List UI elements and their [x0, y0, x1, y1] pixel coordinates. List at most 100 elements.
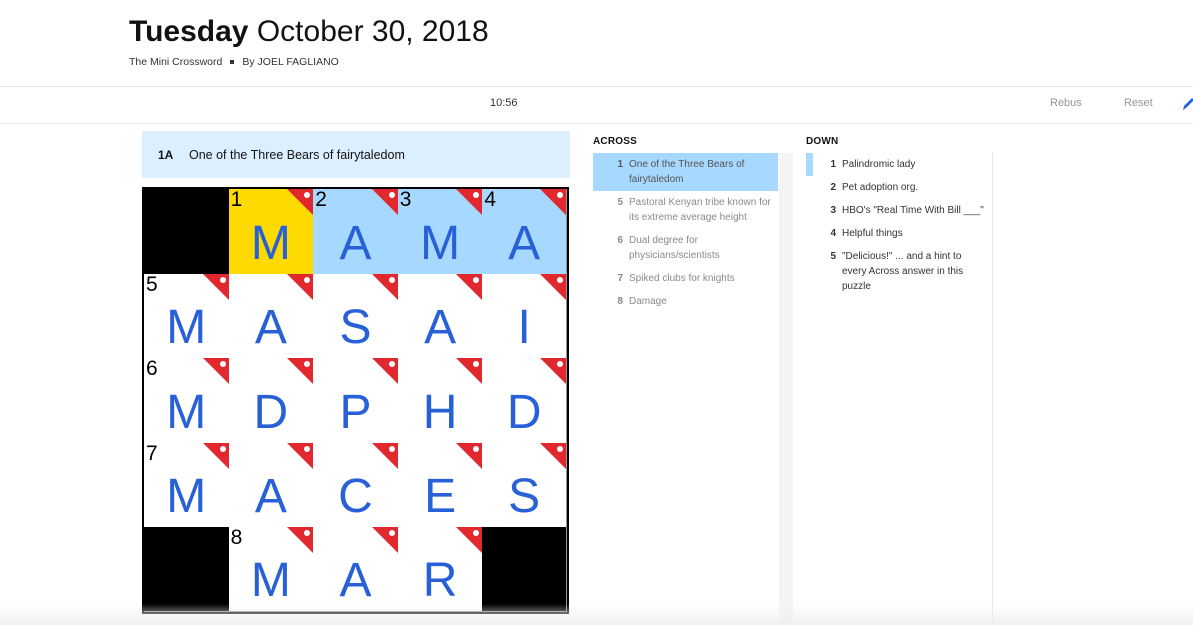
clue-number: 4: [830, 228, 836, 239]
clue-number: 7: [617, 273, 623, 284]
cell-number: 7: [146, 441, 158, 465]
grid-cell[interactable]: S: [313, 273, 399, 360]
grid-cell[interactable]: 5M: [144, 272, 230, 360]
block-cell: [144, 189, 230, 275]
clue-number: 1: [617, 159, 623, 170]
block-cell: [482, 527, 567, 612]
grid-cell[interactable]: R: [397, 527, 484, 612]
cell-number: 1: [230, 188, 243, 211]
grid-cell[interactable]: 1M: [228, 188, 315, 275]
grid-cell[interactable]: A: [397, 273, 484, 360]
clue-number: 8: [617, 296, 623, 307]
cell-letter: M: [166, 470, 207, 524]
flag-dot-icon: [388, 445, 395, 452]
grid-cell[interactable]: P: [313, 358, 399, 444]
grid-cell[interactable]: C: [313, 442, 399, 529]
timer[interactable]: 10:56: [490, 97, 518, 109]
grid-cell[interactable]: 3M: [397, 188, 484, 275]
across-clue-1[interactable]: 1 One of the Three Bears of fairytaledom: [593, 153, 778, 191]
cell-letter: M: [420, 216, 461, 270]
flag-dot-icon: [304, 445, 311, 452]
cell-number: 6: [146, 357, 158, 381]
grid-cell[interactable]: I: [482, 273, 567, 360]
across-clue-5[interactable]: 5 Pastoral Kenyan tribe known for its ext…: [593, 191, 778, 229]
flag-dot-icon: [388, 192, 395, 198]
across-clue-6[interactable]: 6 Dual degree for physicians/scientists: [593, 229, 778, 267]
separator-dot: [230, 60, 235, 64]
flag-dot-icon: [388, 276, 395, 283]
cell-number: 4: [484, 188, 497, 211]
cell-letter: S: [508, 470, 541, 524]
clue-text: "Delicious!" ... and a hint to every Acr…: [842, 251, 964, 292]
title-date: October 30, 2018: [256, 15, 489, 48]
clue-text: Helpful things: [842, 228, 903, 239]
down-clue-list: 1 Palindromic lady 2 Pet adoption org. 3 HBO'…: [806, 153, 993, 625]
cell-letter: R: [422, 553, 458, 607]
grid-cell[interactable]: 6M: [144, 358, 230, 444]
cell-letter: D: [253, 385, 289, 439]
cell-letter: A: [254, 470, 287, 524]
across-clue-8[interactable]: 8 Damage: [593, 290, 778, 313]
clue-number: 3: [830, 205, 836, 216]
cell-letter: E: [424, 470, 457, 524]
cell-letter: M: [250, 216, 291, 270]
down-clue-1[interactable]: 1 Palindromic lady: [806, 153, 992, 176]
clue-text: Pet adoption org.: [842, 182, 919, 193]
clue-number: 5: [617, 197, 623, 208]
clue-list-scrollbar[interactable]: [779, 153, 793, 625]
grid-cell[interactable]: D: [228, 358, 315, 444]
cell-letter: M: [166, 385, 207, 439]
rebus-button[interactable]: Rebus: [1050, 97, 1082, 109]
cell-letter: C: [338, 470, 373, 524]
across-clue-7[interactable]: 7 Spiked clubs for knights: [593, 267, 778, 290]
flag-dot-icon: [304, 276, 311, 283]
grid-cell[interactable]: A: [228, 273, 315, 360]
title-day: Tuesday: [129, 15, 249, 48]
reset-button[interactable]: Reset: [1124, 97, 1153, 109]
pencil-icon[interactable]: [1181, 96, 1193, 112]
toolbar: 10:56 Rebus Reset: [0, 86, 1193, 124]
cell-number: 3: [399, 188, 412, 211]
clue-text: One of the Three Bears of fairytaledom: [629, 159, 745, 185]
current-clue-bar: 1A One of the Three Bears of fairytaledo…: [142, 131, 570, 178]
author: By JOEL FAGLIANO: [242, 56, 339, 68]
cell-letter: A: [339, 553, 372, 607]
clue-text: Pastoral Kenyan tribe known for its extr…: [629, 197, 771, 223]
grid-cell[interactable]: 8M: [228, 527, 315, 612]
flag-dot-icon: [388, 361, 395, 368]
bottom-shadow: [0, 604, 1193, 625]
flag-dot-icon: [556, 192, 563, 198]
cell-letter: A: [254, 301, 287, 355]
grid-cell[interactable]: D: [482, 358, 567, 444]
clue-text: HBO's "Real Time With Bill ___": [842, 205, 984, 216]
cell-letter: A: [339, 216, 372, 270]
clue-number: 1: [830, 159, 836, 170]
down-clue-3[interactable]: 3 HBO's "Real Time With Bill ___": [806, 199, 992, 222]
grid-cell[interactable]: A: [228, 442, 315, 529]
clue-number: 6: [617, 235, 623, 246]
cell-letter: M: [250, 553, 291, 607]
grid-cell[interactable]: 2A: [313, 189, 399, 275]
grid-cell[interactable]: S: [482, 442, 567, 529]
clue-number: 2: [830, 182, 836, 193]
across-heading: ACROSS: [593, 136, 637, 147]
grid-cell[interactable]: 4A: [482, 189, 567, 275]
grid-cell[interactable]: E: [397, 442, 484, 529]
cell-number: 5: [146, 272, 158, 296]
grid-cell[interactable]: H: [397, 358, 484, 444]
cell-letter: A: [508, 216, 541, 270]
clue-text: Damage: [629, 296, 667, 307]
cell-letter: M: [166, 301, 207, 355]
current-clue-text: One of the Three Bears of fairytaledom: [189, 147, 405, 162]
grid-cell[interactable]: A: [313, 527, 399, 612]
page-title: Tuesday October 30, 2018: [129, 14, 489, 50]
down-clue-2[interactable]: 2 Pet adoption org.: [806, 176, 992, 199]
puzzle-name: The Mini Crossword: [129, 56, 223, 68]
flag-dot-icon: [556, 445, 563, 452]
clue-number: 5: [830, 251, 836, 262]
crossword-board: 1M2A3M4A5MASAI6MDPHD7MACES8MAR: [142, 187, 569, 614]
down-clue-5[interactable]: 5 "Delicious!" ... and a hint to every Ac…: [806, 245, 992, 298]
grid-cell[interactable]: 7M: [144, 441, 230, 529]
flag-dot-icon: [219, 361, 226, 368]
down-clue-4[interactable]: 4 Helpful things: [806, 222, 992, 245]
